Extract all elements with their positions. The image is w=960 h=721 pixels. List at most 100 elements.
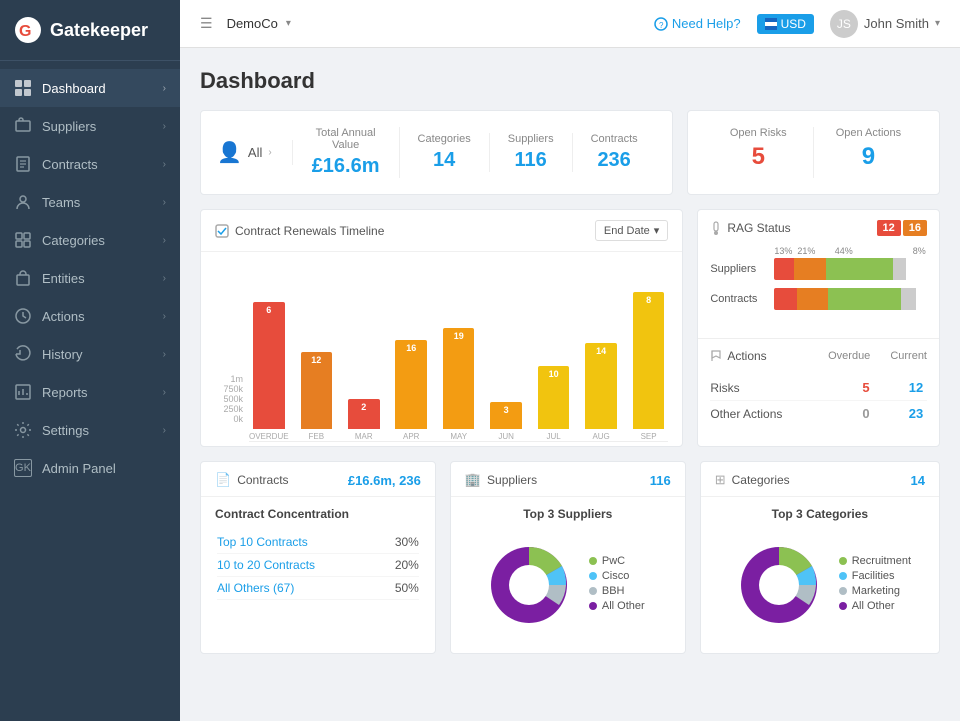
bar-feb[interactable]: 12 — [301, 352, 333, 429]
bar-value-may: 19 — [454, 331, 464, 341]
categories-card-value: 14 — [911, 473, 925, 488]
10to20-link[interactable]: 10 to 20 Contracts — [217, 558, 315, 572]
sidebar-item-entities[interactable]: Entities › — [0, 259, 180, 297]
sidebar-logo: G Gatekeeper — [0, 0, 180, 61]
sidebar-item-dashboard[interactable]: Dashboard › — [0, 69, 180, 107]
chart-title: Contract Renewals Timeline — [215, 224, 384, 238]
suppliers-icon — [14, 117, 32, 135]
actions-header: Actions Overdue Current — [698, 339, 939, 369]
sidebar-item-label: Settings — [42, 423, 89, 438]
person-icon: 👤 — [217, 140, 242, 165]
categories-pie-svg — [729, 535, 829, 635]
checkbox-icon — [215, 224, 229, 238]
suppliers-card-title: 🏢 Suppliers — [465, 472, 537, 488]
bar-aug[interactable]: 14 — [585, 343, 617, 429]
rag-seg-orange — [794, 258, 826, 280]
all-arrow-icon: › — [268, 147, 271, 158]
10to20-pct: 20% — [395, 558, 419, 572]
bar-jun[interactable]: 3 — [490, 402, 522, 429]
topbar-right: ? Need Help? USD JS John Smith ▾ — [654, 10, 940, 38]
sidebar-item-actions[interactable]: Actions › — [0, 297, 180, 335]
sidebar-item-label: Teams — [42, 195, 80, 210]
actions-row-risks: Risks 5 12 — [710, 375, 927, 401]
legend-pwc: PwC — [589, 555, 645, 567]
top10-pct: 30% — [395, 535, 419, 549]
conc-row-others: All Others (67) 50% — [217, 577, 419, 600]
categories-bottom-card: ⊞ Categories 14 Top 3 Categories — [700, 461, 940, 654]
avatar: JS — [830, 10, 858, 38]
others-link[interactable]: All Others (67) — [217, 581, 294, 595]
sidebar-item-admin[interactable]: GK Admin Panel — [0, 449, 180, 487]
help-label: Need Help? — [672, 16, 741, 31]
sidebar-item-label: Contracts — [42, 157, 98, 172]
nav-arrow-icon: › — [163, 349, 166, 360]
top10-link[interactable]: Top 10 Contracts — [217, 535, 308, 549]
sidebar-item-label: Admin Panel — [42, 461, 116, 476]
content-area: Dashboard 👤 All › Total Annual Value £16… — [180, 48, 960, 721]
marketing-label: Marketing — [852, 585, 900, 597]
nav-arrow-icon: › — [163, 197, 166, 208]
bar-label-aug: AUG — [592, 432, 609, 441]
bottom-row: 📄 Contracts £16.6m, 236 Contract Concent… — [200, 461, 940, 654]
categories-pie-chart — [729, 535, 829, 635]
suppliers-card-body: Top 3 Suppliers — [451, 497, 685, 653]
admin-icon: GK — [14, 459, 32, 477]
thermometer-icon — [710, 221, 722, 235]
currency-button[interactable]: USD — [757, 14, 814, 34]
hamburger-icon[interactable]: ☰ — [200, 15, 213, 32]
sidebar-item-categories[interactable]: Categories › — [0, 221, 180, 259]
categories-icon — [14, 231, 32, 249]
chart-filter-button[interactable]: End Date ▾ — [595, 220, 668, 241]
rag-seg-grey — [893, 258, 905, 280]
bar-sep[interactable]: 8 — [633, 292, 665, 429]
stats-row: 👤 All › Total Annual Value £16.6m Catego… — [200, 110, 940, 195]
actions-row-other: Other Actions 0 23 — [710, 401, 927, 426]
sidebar-item-settings[interactable]: Settings › — [0, 411, 180, 449]
sidebar-item-contracts[interactable]: Contracts › — [0, 145, 180, 183]
user-menu[interactable]: JS John Smith ▾ — [830, 10, 940, 38]
contracts-card-icon: 📄 — [215, 472, 231, 488]
help-button[interactable]: ? Need Help? — [654, 16, 741, 31]
concentration-title: Contract Concentration — [215, 507, 421, 521]
bar-may[interactable]: 19 — [443, 328, 475, 429]
bar-value-overdue: 6 — [266, 305, 271, 315]
svg-text:?: ? — [659, 21, 664, 30]
contracts-value: 236 — [591, 149, 638, 172]
facilities-label: Facilities — [852, 570, 895, 582]
bar-mar[interactable]: 2 — [348, 399, 380, 429]
sidebar-item-teams[interactable]: Teams › — [0, 183, 180, 221]
company-dropdown-icon[interactable]: ▾ — [286, 18, 291, 29]
bar-apr[interactable]: 16 — [395, 340, 427, 429]
sidebar-item-suppliers[interactable]: Suppliers › — [0, 107, 180, 145]
categories-pie-title: Top 3 Categories — [715, 507, 925, 521]
categories-card-body: Top 3 Categories — [701, 497, 939, 653]
sidebar-item-history[interactable]: History › — [0, 335, 180, 373]
company-name[interactable]: DemoCo — [227, 16, 278, 31]
main-area: ☰ DemoCo ▾ ? Need Help? USD JS John Smit… — [180, 0, 960, 721]
sidebar: G Gatekeeper Dashboard › Suppliers › Con… — [0, 0, 180, 721]
categories-card-title: ⊞ Categories — [715, 472, 790, 488]
rag-seg-red — [774, 288, 797, 310]
bar-group-feb: 12FEB — [297, 292, 336, 441]
sidebar-item-label: Reports — [42, 385, 88, 400]
rag-seg-grey — [901, 288, 916, 310]
nav-arrow-icon: › — [163, 159, 166, 170]
rag-header: RAG Status 12 16 — [698, 210, 939, 242]
contracts-icon — [14, 155, 32, 173]
rag-seg-red — [774, 258, 794, 280]
rag-title-text: RAG Status — [727, 221, 790, 235]
bars-area: 6OVERDUE12FEB2MAR16APR19MAY3JUN10JUL14AU… — [249, 292, 668, 442]
rag-contracts-bar — [774, 288, 927, 310]
bar-overdue[interactable]: 6 — [253, 302, 285, 429]
conc-row-10to20: 10 to 20 Contracts 20% — [217, 554, 419, 577]
topbar: ☰ DemoCo ▾ ? Need Help? USD JS John Smit… — [180, 0, 960, 48]
suppliers-legend: PwC Cisco BBH — [589, 555, 645, 615]
chart-row: Contract Renewals Timeline End Date ▾ 1m… — [200, 209, 940, 447]
sidebar-item-reports[interactable]: Reports › — [0, 373, 180, 411]
bar-jul[interactable]: 10 — [538, 366, 570, 429]
others-pct: 50% — [395, 581, 419, 595]
other-actions-current-value: 23 — [905, 406, 927, 421]
bar-value-apr: 16 — [406, 343, 416, 353]
all-filter[interactable]: 👤 All › — [217, 140, 293, 165]
overdue-col-header: Overdue — [828, 350, 870, 362]
